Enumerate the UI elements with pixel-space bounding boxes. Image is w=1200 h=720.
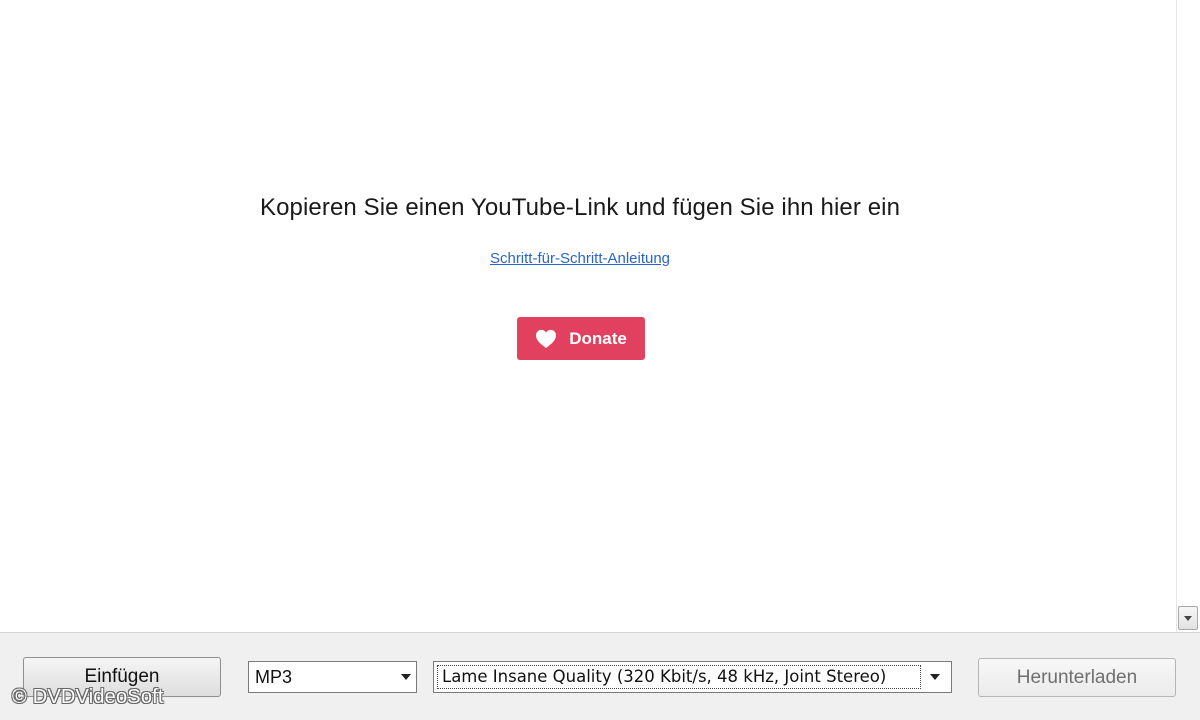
format-dropdown-arrow[interactable]: [396, 674, 416, 680]
download-button[interactable]: Herunterladen: [978, 658, 1176, 697]
quality-select[interactable]: Lame Insane Quality (320 Kbit/s, 48 kHz,…: [433, 661, 952, 693]
page-headline: Kopieren Sie einen YouTube-Link und füge…: [259, 194, 901, 221]
donate-label: Donate: [569, 328, 627, 348]
vertical-scrollbar[interactable]: [1176, 0, 1200, 632]
step-by-step-guide-link[interactable]: Schritt-für-Schritt-Anleitung: [0, 250, 1160, 267]
quality-select-value: Lame Insane Quality (320 Kbit/s, 48 kHz,…: [437, 665, 921, 689]
donate-button[interactable]: Donate: [517, 317, 645, 360]
chevron-down-icon: [930, 674, 940, 680]
watermark: © DVDVideoSoft: [12, 686, 164, 708]
content-pane: Kopieren Sie einen YouTube-Link und füge…: [0, 0, 1176, 632]
scroll-down-arrow-icon: [1184, 615, 1192, 621]
heart-icon: [535, 329, 557, 349]
chevron-down-icon: [401, 674, 411, 680]
format-select-value: MP3: [255, 666, 293, 687]
quality-dropdown-arrow[interactable]: [921, 674, 949, 680]
format-select[interactable]: MP3: [248, 661, 417, 693]
scroll-down-button[interactable]: [1178, 606, 1198, 630]
app-window: Kopieren Sie einen YouTube-Link und füge…: [0, 0, 1200, 720]
